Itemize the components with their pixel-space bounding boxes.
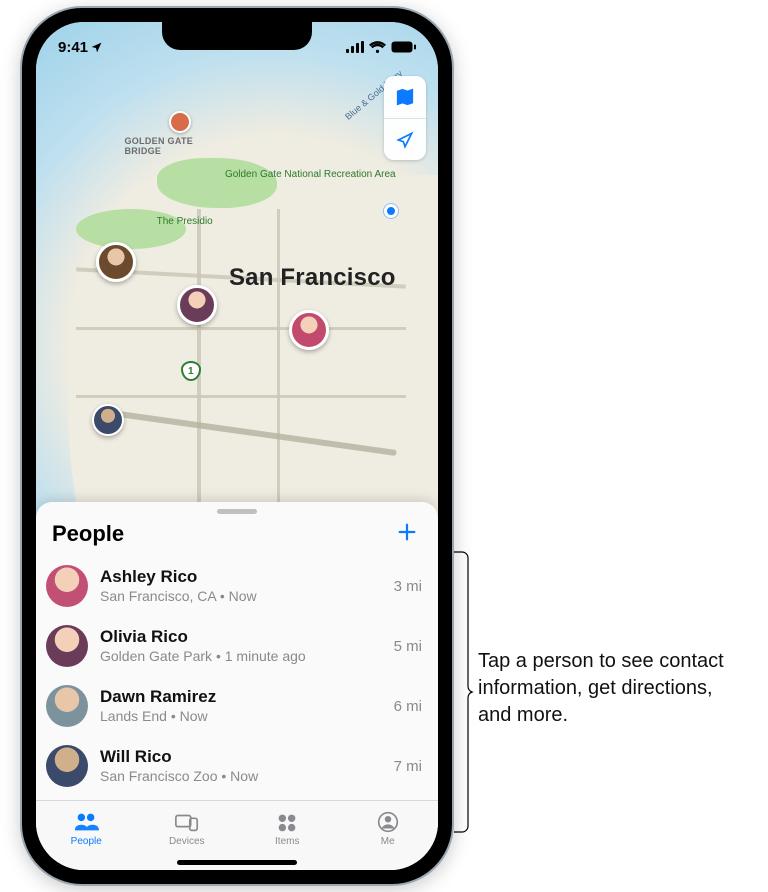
map-controls — [384, 76, 426, 160]
person-row[interactable]: Will Rico San Francisco Zoo • Now 7 mi — [36, 736, 438, 796]
tab-label: Items — [275, 836, 299, 847]
sheet-title: People — [52, 521, 124, 547]
wifi-icon — [369, 41, 386, 53]
home-indicator[interactable] — [177, 860, 297, 865]
items-icon — [274, 811, 300, 833]
plus-icon — [396, 521, 418, 543]
avatar — [46, 565, 88, 607]
sheet-grabber[interactable] — [217, 509, 257, 514]
avatar — [46, 685, 88, 727]
cellular-icon — [346, 41, 364, 53]
person-name: Ashley Rico — [100, 567, 386, 587]
status-time: 9:41 — [58, 39, 88, 56]
person-pin[interactable] — [92, 404, 124, 436]
phone-screen: 9:41 1 — [36, 22, 438, 870]
person-distance: 7 mi — [394, 758, 422, 775]
phone-notch — [162, 22, 312, 50]
tab-items[interactable]: Items — [237, 801, 338, 856]
map-mode-button[interactable] — [384, 76, 426, 118]
tab-people[interactable]: People — [36, 801, 137, 856]
person-sublabel: San Francisco, CA • Now — [100, 588, 386, 605]
tab-label: Me — [381, 836, 395, 847]
avatar — [46, 625, 88, 667]
my-location-dot[interactable] — [384, 204, 398, 218]
add-person-button[interactable] — [392, 520, 422, 548]
city-label: San Francisco — [229, 264, 396, 292]
avatar — [46, 745, 88, 787]
person-row[interactable]: Ashley Rico San Francisco, CA • Now 3 mi — [36, 556, 438, 616]
battery-icon — [391, 41, 416, 53]
person-distance: 6 mi — [394, 698, 422, 715]
person-sublabel: Golden Gate Park • 1 minute ago — [100, 648, 386, 665]
tab-devices[interactable]: Devices — [137, 801, 238, 856]
map-icon — [395, 87, 415, 107]
devices-icon — [174, 811, 200, 833]
recenter-button[interactable] — [384, 118, 426, 160]
person-sublabel: Lands End • Now — [100, 708, 386, 725]
golden-gate-bridge-pin[interactable] — [169, 111, 191, 133]
person-row[interactable]: Dawn Ramirez Lands End • Now 6 mi — [36, 676, 438, 736]
golden-gate-bridge-label: GOLDEN GATE BRIDGE — [124, 136, 193, 156]
person-name: Olivia Rico — [100, 627, 386, 647]
person-row[interactable]: Olivia Rico Golden Gate Park • 1 minute … — [36, 616, 438, 676]
callout-text: Tap a person to see contact information,… — [478, 648, 746, 729]
person-name: Dawn Ramirez — [100, 687, 386, 707]
tab-label: People — [71, 836, 102, 847]
person-distance: 5 mi — [394, 638, 422, 655]
presidio-label: The Presidio — [157, 217, 213, 228]
tab-label: Devices — [169, 836, 205, 847]
ggnra-label: Golden Gate National Recreation Area — [225, 170, 396, 181]
me-icon — [375, 811, 401, 833]
phone-frame: 9:41 1 — [22, 8, 452, 884]
location-indicator-icon — [90, 41, 103, 54]
person-name: Will Rico — [100, 747, 386, 767]
person-distance: 3 mi — [394, 578, 422, 595]
person-sublabel: San Francisco Zoo • Now — [100, 768, 386, 785]
tab-me[interactable]: Me — [338, 801, 439, 856]
people-icon — [73, 811, 99, 833]
person-pin[interactable] — [177, 285, 217, 325]
callout-bracket — [452, 552, 472, 832]
location-arrow-icon — [395, 130, 415, 150]
